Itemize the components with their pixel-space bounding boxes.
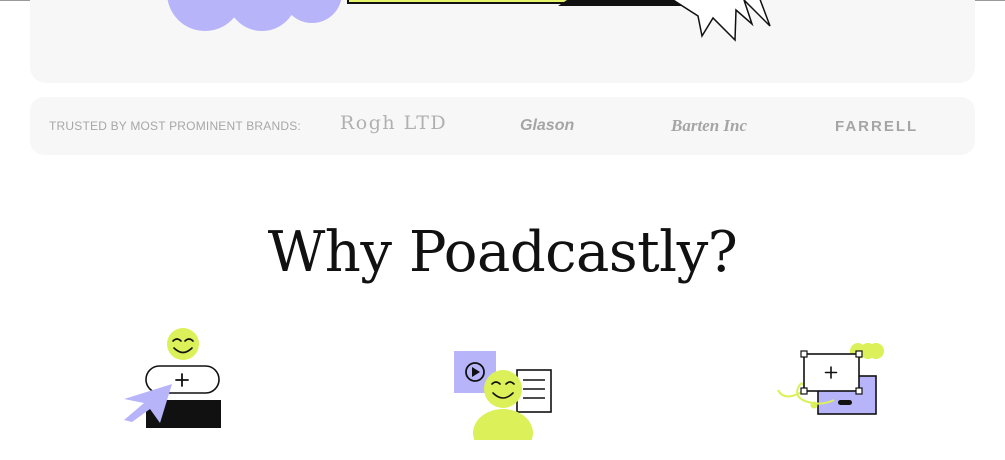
brand-logo-rogh: Rogh LTD xyxy=(340,112,448,134)
brands-label: TRUSTED BY MOST PROMINENT BRANDS: xyxy=(49,119,301,133)
starburst-shape xyxy=(671,0,771,42)
video-chat-smiley-icon xyxy=(454,351,552,440)
cloud-shape xyxy=(167,0,342,31)
section-title: Why Poadcastly? xyxy=(267,220,738,285)
brand-logo-glason: Glason xyxy=(520,117,575,134)
hero-card xyxy=(30,0,975,83)
screen-select-add-icon xyxy=(777,343,884,415)
add-cursor-smiley-icon xyxy=(124,328,221,428)
brand-logo-barten: Barten Inc xyxy=(671,116,748,135)
hero-illustration xyxy=(167,0,771,42)
brands-bar: TRUSTED BY MOST PROMINENT BRANDS: Rogh L… xyxy=(30,97,975,155)
brand-logo-farrell: FARRELL xyxy=(835,118,919,135)
